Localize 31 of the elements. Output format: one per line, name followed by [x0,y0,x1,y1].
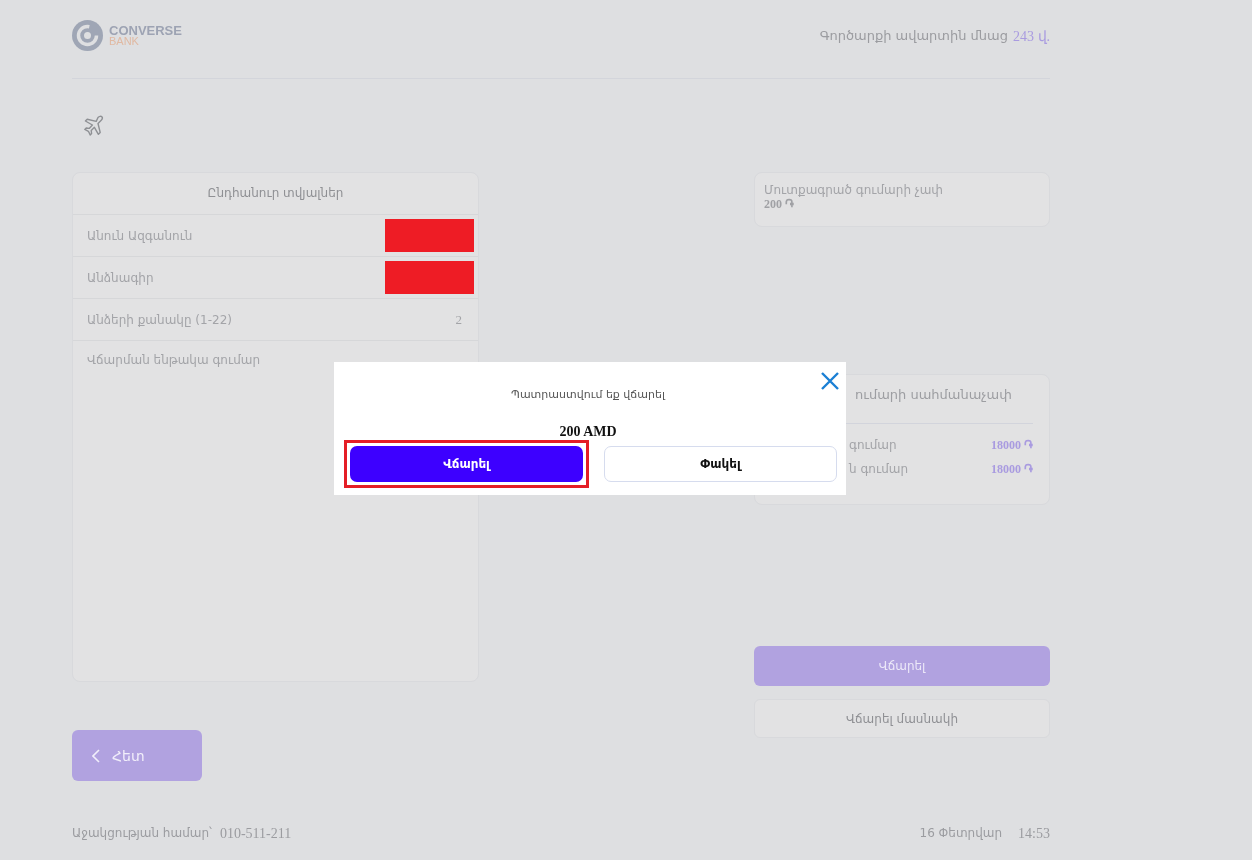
support-phone: 010-511-211 [219,826,292,843]
time-text: 14:53 [1018,826,1050,843]
date-text: 16 Փետրվար [919,826,1003,842]
row-label: Անձնագիր [87,270,154,285]
limit-value: 18000 ֏ [991,462,1033,477]
confirm-pay-button[interactable]: Վճարել [350,446,583,482]
support-label: Աջակցության համար՝ [72,826,212,842]
close-icon[interactable] [820,371,840,391]
row-label: Անուն Ազգանուն [87,228,193,243]
logo-subtitle: BANK [109,35,139,47]
row-value: 2 [455,311,463,328]
logo-icon [72,20,103,51]
logo-name: CONVERSE [109,24,182,36]
chevron-left-icon [92,748,100,763]
dialog-message: Պատրաստվում եք վճարել [510,388,667,401]
timer-label: Գործարքի ավարտին մնաց [819,28,1008,45]
card-title: Ընդհանուր տվյալներ [73,173,478,215]
amount-value: 200 ֏ [764,197,795,212]
back-button[interactable]: Հետ [72,730,202,781]
limit-label: գումար [849,438,897,453]
limit-label: ն գումար [849,462,909,477]
row-label: Անձերի քանակը (1-22) [87,312,232,327]
close-button[interactable]: Փակել [604,446,837,482]
row-label: Վճարման ենթակա գումար [87,353,261,367]
limit-value: 18000 ֏ [991,438,1033,453]
limits-title: ումարի սահմանաչափ [855,387,1012,402]
dialog-amount: 200 AMD [558,424,618,440]
partial-pay-button[interactable]: Վճարել մասնակի [754,699,1050,738]
amount-label: Մուտքագրած գումարի չափ [764,183,945,197]
pay-button[interactable]: Վճարել [754,646,1050,686]
timer-value: 243 վ. [1013,28,1050,45]
